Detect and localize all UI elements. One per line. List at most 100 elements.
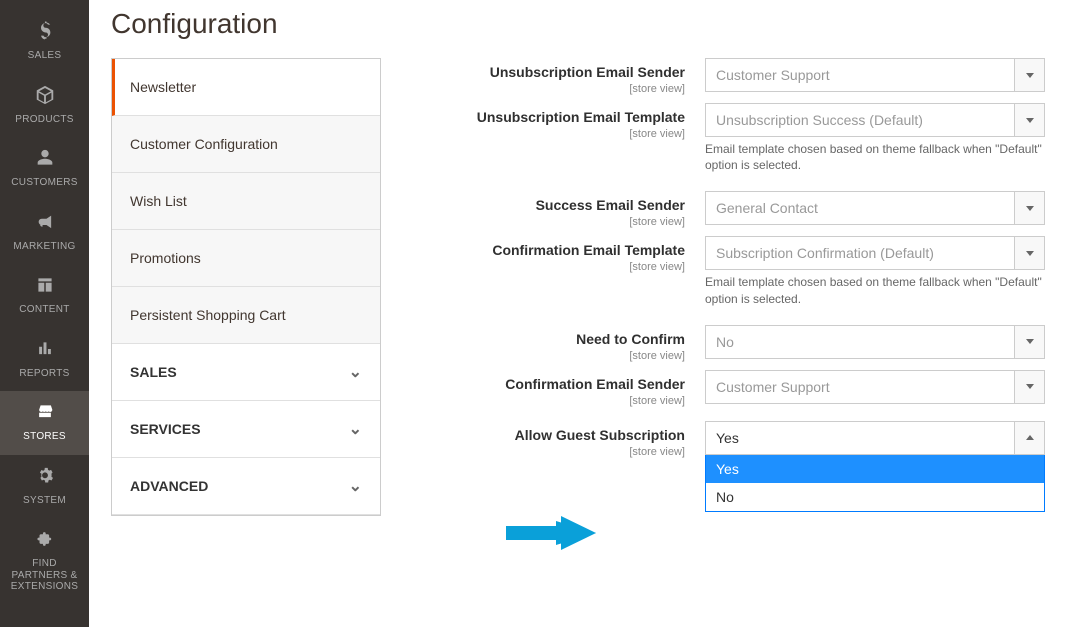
admin-sidebar: SALES PRODUCTS CUSTOMERS MARKETING CONTE… bbox=[0, 0, 89, 627]
sidebar-item-products[interactable]: PRODUCTS bbox=[0, 74, 89, 138]
field-label: Success Email Sender bbox=[536, 197, 685, 213]
sidebar-label: PRODUCTS bbox=[15, 114, 74, 126]
tab-label: Persistent Shopping Cart bbox=[130, 307, 286, 323]
field-label: Unsubscription Email Template bbox=[477, 109, 685, 125]
select-confirm-template[interactable]: Subscription Confirmation (Default) bbox=[705, 236, 1045, 270]
field-scope: [store view] bbox=[405, 261, 685, 273]
dropdown-option-yes[interactable]: Yes bbox=[706, 455, 1044, 483]
tab-wish-list[interactable]: Wish List bbox=[112, 173, 380, 230]
field-scope: [store view] bbox=[405, 446, 685, 458]
caret-down-icon bbox=[1014, 371, 1044, 403]
tab-group-label: SALES bbox=[130, 364, 177, 380]
dropdown-allow-guest: Yes No bbox=[705, 455, 1045, 512]
field-note: Email template chosen based on theme fal… bbox=[705, 274, 1045, 306]
page-title: Configuration bbox=[89, 0, 1077, 52]
caret-down-icon bbox=[1014, 237, 1044, 269]
field-scope: [store view] bbox=[405, 216, 685, 228]
sidebar-label: STORES bbox=[23, 431, 66, 443]
select-value: Yes bbox=[716, 430, 739, 446]
sidebar-item-customers[interactable]: CUSTOMERS bbox=[0, 137, 89, 201]
select-value: No bbox=[716, 334, 734, 350]
tab-label: Customer Configuration bbox=[130, 136, 278, 152]
select-allow-guest[interactable]: Yes bbox=[705, 421, 1045, 455]
tab-group-sales[interactable]: SALES ⌄ bbox=[112, 344, 380, 401]
field-note: Email template chosen based on theme fal… bbox=[705, 141, 1045, 173]
field-scope: [store view] bbox=[405, 83, 685, 95]
sidebar-label: CUSTOMERS bbox=[11, 177, 77, 189]
caret-down-icon bbox=[1014, 326, 1044, 358]
select-unsub-sender[interactable]: Customer Support bbox=[705, 58, 1045, 92]
tab-persistent-cart[interactable]: Persistent Shopping Cart bbox=[112, 287, 380, 344]
bar-chart-icon bbox=[34, 338, 56, 364]
field-label: Need to Confirm bbox=[576, 331, 685, 347]
tab-group-advanced[interactable]: ADVANCED ⌄ bbox=[112, 458, 380, 515]
chevron-down-icon: ⌄ bbox=[349, 476, 362, 496]
sidebar-label: FIND PARTNERS & EXTENSIONS bbox=[4, 558, 85, 593]
tab-promotions[interactable]: Promotions bbox=[112, 230, 380, 287]
field-confirm-sender: Confirmation Email Sender [store view] C… bbox=[405, 370, 1077, 407]
field-unsub-sender: Unsubscription Email Sender [store view]… bbox=[405, 58, 1077, 95]
tab-customer-config[interactable]: Customer Configuration bbox=[112, 116, 380, 173]
field-label: Confirmation Email Sender bbox=[505, 376, 685, 392]
option-label: No bbox=[716, 489, 734, 505]
tab-group-label: SERVICES bbox=[130, 421, 201, 437]
chevron-down-icon: ⌄ bbox=[349, 362, 362, 382]
sidebar-item-stores[interactable]: STORES bbox=[0, 391, 89, 455]
sidebar-item-partners[interactable]: FIND PARTNERS & EXTENSIONS bbox=[0, 518, 89, 605]
select-value: Subscription Confirmation (Default) bbox=[716, 245, 934, 261]
sidebar-item-content[interactable]: CONTENT bbox=[0, 264, 89, 328]
select-need-confirm[interactable]: No bbox=[705, 325, 1045, 359]
select-confirm-sender[interactable]: Customer Support bbox=[705, 370, 1045, 404]
tab-label: Promotions bbox=[130, 250, 201, 266]
storefront-icon bbox=[34, 401, 56, 427]
dollar-icon bbox=[34, 20, 56, 46]
caret-down-icon bbox=[1014, 59, 1044, 91]
field-scope: [store view] bbox=[405, 350, 685, 362]
sidebar-label: SALES bbox=[28, 50, 62, 62]
field-scope: [store view] bbox=[405, 395, 685, 407]
tab-label: Wish List bbox=[130, 193, 187, 209]
field-scope: [store view] bbox=[405, 128, 685, 140]
sidebar-item-sales[interactable]: SALES bbox=[0, 10, 89, 74]
field-label: Confirmation Email Template bbox=[492, 242, 685, 258]
cube-icon bbox=[34, 84, 56, 110]
tab-label: Newsletter bbox=[130, 79, 196, 95]
field-confirm-template: Confirmation Email Template [store view]… bbox=[405, 236, 1077, 306]
field-need-confirm: Need to Confirm [store view] No bbox=[405, 325, 1077, 362]
caret-up-icon bbox=[1014, 422, 1044, 454]
puzzle-icon bbox=[34, 528, 56, 554]
gear-icon bbox=[34, 465, 56, 491]
select-value: General Contact bbox=[716, 200, 818, 216]
select-value: Unsubscription Success (Default) bbox=[716, 112, 923, 128]
caret-down-icon bbox=[1014, 104, 1044, 136]
megaphone-icon bbox=[34, 211, 56, 237]
select-success-sender[interactable]: General Contact bbox=[705, 191, 1045, 225]
config-tabs: Newsletter Customer Configuration Wish L… bbox=[111, 58, 381, 516]
form-area: Unsubscription Email Sender [store view]… bbox=[381, 52, 1077, 516]
field-unsub-template: Unsubscription Email Template [store vie… bbox=[405, 103, 1077, 173]
person-icon bbox=[34, 147, 56, 173]
caret-down-icon bbox=[1014, 192, 1044, 224]
field-success-sender: Success Email Sender [store view] Genera… bbox=[405, 191, 1077, 228]
select-unsub-template[interactable]: Unsubscription Success (Default) bbox=[705, 103, 1045, 137]
option-label: Yes bbox=[716, 461, 739, 477]
layout-icon bbox=[34, 274, 56, 300]
field-allow-guest: Allow Guest Subscription [store view] Ye… bbox=[405, 421, 1077, 458]
sidebar-label: SYSTEM bbox=[23, 495, 66, 507]
field-label: Unsubscription Email Sender bbox=[490, 64, 685, 80]
select-value: Customer Support bbox=[716, 67, 830, 83]
tab-newsletter[interactable]: Newsletter bbox=[112, 59, 380, 116]
main-content: Configuration Newsletter Customer Config… bbox=[89, 0, 1077, 627]
sidebar-label: CONTENT bbox=[19, 304, 69, 316]
sidebar-item-marketing[interactable]: MARKETING bbox=[0, 201, 89, 265]
annotation-arrow bbox=[506, 513, 596, 558]
field-label: Allow Guest Subscription bbox=[515, 427, 685, 443]
sidebar-item-system[interactable]: SYSTEM bbox=[0, 455, 89, 519]
chevron-down-icon: ⌄ bbox=[349, 419, 362, 439]
dropdown-option-no[interactable]: No bbox=[706, 483, 1044, 511]
sidebar-label: REPORTS bbox=[19, 368, 69, 380]
sidebar-item-reports[interactable]: REPORTS bbox=[0, 328, 89, 392]
tab-group-services[interactable]: SERVICES ⌄ bbox=[112, 401, 380, 458]
tab-group-label: ADVANCED bbox=[130, 478, 208, 494]
select-value: Customer Support bbox=[716, 379, 830, 395]
